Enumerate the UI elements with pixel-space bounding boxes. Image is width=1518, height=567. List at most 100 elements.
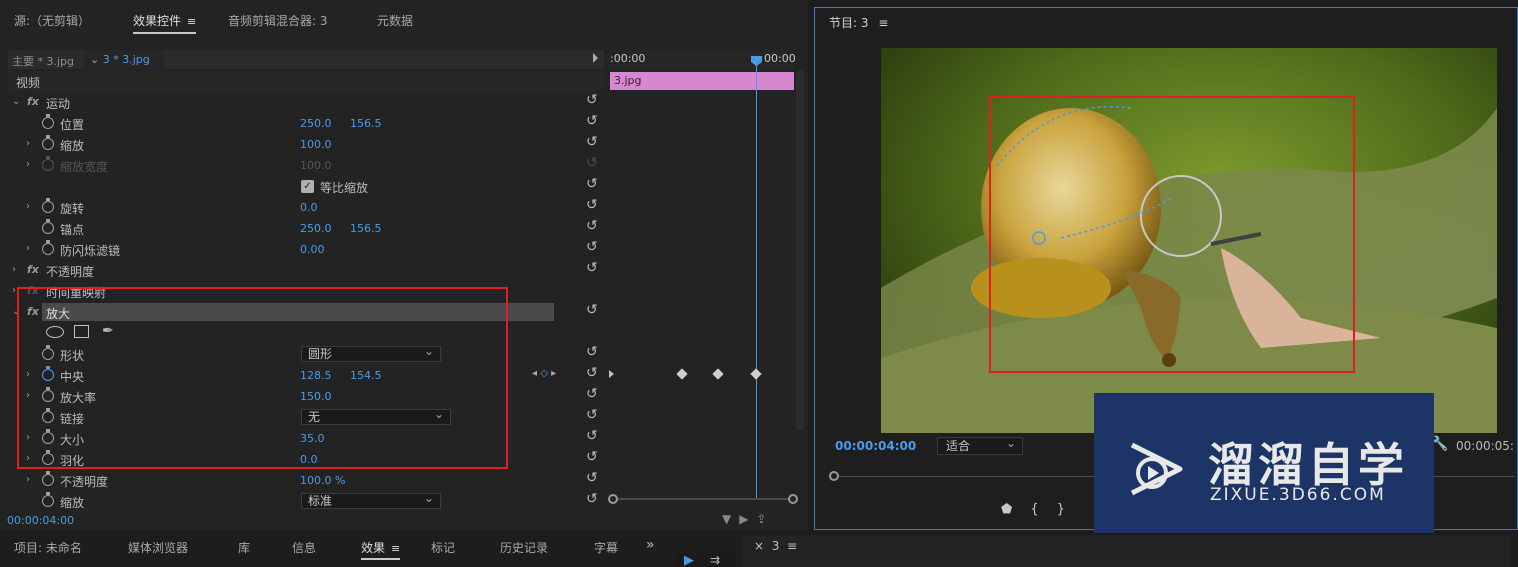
reset-icon[interactable] [586, 197, 600, 213]
reset-icon[interactable] [586, 407, 600, 423]
anchor-y[interactable]: 156.5 [350, 222, 382, 235]
timeline-zoom-scrollbar[interactable] [608, 494, 798, 504]
expand-chevron-icon[interactable]: › [26, 474, 30, 485]
reset-icon[interactable] [586, 176, 600, 192]
vertical-scrollbar[interactable] [796, 70, 804, 430]
tab-audio-mixer[interactable]: 音频剪辑混合器: 3 [228, 12, 328, 29]
reset-icon[interactable] [586, 302, 600, 318]
tab-history[interactable]: 历史记录 [500, 539, 548, 556]
zoom-fit-dropdown[interactable]: 适合 [937, 435, 1023, 455]
stopwatch-icon[interactable] [42, 135, 54, 150]
stopwatch-icon[interactable] [42, 198, 54, 213]
position-label: 位置 [60, 118, 85, 132]
keyframe-diamond[interactable] [676, 368, 688, 380]
tab-source[interactable]: 源:（无剪辑） [14, 12, 90, 29]
tab-effects[interactable]: 效果 ≡ [361, 539, 401, 560]
clip-selector[interactable]: ⌄ 3 * 3.jpg [84, 50, 164, 69]
reset-icon[interactable] [586, 113, 600, 129]
position-x[interactable]: 250.0 [300, 117, 332, 130]
stopwatch-icon[interactable] [42, 471, 54, 486]
position-y[interactable]: 156.5 [350, 117, 382, 130]
scale-value[interactable]: 100.0 [300, 138, 332, 151]
tab-library[interactable]: 库 [238, 539, 250, 556]
close-icon[interactable]: × [754, 539, 764, 553]
tab-media-browser[interactable]: 媒体浏览器 [128, 539, 188, 556]
program-timecode[interactable]: 00:00:04:00 [835, 439, 916, 453]
panel-menu-icon[interactable]: ≡ [787, 539, 797, 553]
timeline-tab[interactable]: × 3 ≡ [754, 539, 797, 553]
playhead-line[interactable] [756, 56, 757, 500]
tab-metadata[interactable]: 元数据 [377, 12, 413, 29]
effect-timeline[interactable]: :00:00 00:00 3.jpg [608, 50, 798, 504]
track-select-icon[interactable]: ⇉ [710, 553, 720, 567]
reset-icon[interactable] [586, 470, 600, 486]
reset-icon[interactable] [586, 365, 600, 381]
selection-tool-icon[interactable]: ▶ [684, 553, 694, 567]
expand-chevron-icon[interactable]: › [26, 243, 30, 254]
expand-chevron-icon[interactable]: › [26, 159, 30, 170]
reset-icon[interactable] [586, 491, 600, 507]
play-logo-icon [1130, 442, 1183, 496]
reset-icon[interactable] [586, 134, 600, 150]
panel-menu-icon[interactable]: ≡ [391, 542, 400, 555]
filter-icon[interactable]: ▼ [722, 512, 739, 526]
tab-captions[interactable]: 字幕 [594, 539, 618, 556]
play-triangle-icon[interactable] [593, 53, 598, 63]
fx-icon[interactable]: fx [27, 263, 39, 276]
export-icon[interactable]: ⇪ [756, 512, 774, 526]
reset-icon[interactable] [586, 344, 600, 360]
filter-icons[interactable]: ▼▶⇪ [722, 512, 775, 526]
opacity-value[interactable]: 100.0 % [300, 474, 345, 487]
play-only-icon[interactable]: ▶ [739, 512, 756, 526]
reset-icon[interactable] [586, 218, 600, 234]
marker-icon[interactable]: ⬟ [1001, 502, 1030, 517]
mark-out-icon[interactable]: } [1057, 502, 1083, 517]
scrubber-handle[interactable] [829, 471, 839, 481]
expand-chevron-icon[interactable]: › [26, 201, 30, 212]
rotation-value[interactable]: 0.0 [300, 201, 318, 214]
expand-chevron-icon[interactable]: ⌄ [12, 96, 20, 107]
reset-icon[interactable] [586, 239, 600, 255]
effect-timecode[interactable]: 00:00:04:00 [7, 514, 74, 527]
scroll-handle-left[interactable] [608, 494, 618, 504]
reset-icon[interactable] [586, 386, 600, 402]
mark-in-icon[interactable]: { [1030, 502, 1056, 517]
stopwatch-icon[interactable] [42, 114, 54, 129]
expand-chevron-icon[interactable]: › [12, 285, 16, 296]
tab-markers[interactable]: 标记 [431, 539, 455, 556]
stopwatch-icon[interactable] [42, 219, 54, 234]
expand-chevron-icon[interactable]: › [12, 264, 16, 275]
tab-info[interactable]: 信息 [292, 539, 316, 556]
antiflicker-value[interactable]: 0.00 [300, 243, 325, 256]
stopwatch-icon[interactable] [42, 492, 54, 507]
keyframe-diamond[interactable] [750, 368, 762, 380]
keyframe-nav[interactable]: ◂ ◇ ▸ [532, 368, 556, 379]
tab-effect-controls[interactable]: 效果控件 ≡ [133, 12, 197, 34]
reset-icon[interactable] [586, 92, 600, 108]
fx-icon[interactable]: fx [27, 95, 39, 108]
reset-icon[interactable] [586, 428, 600, 444]
blend-dropdown[interactable]: 标准 [301, 491, 441, 509]
motion-row[interactable]: ⌄ fx 运动 [8, 92, 604, 113]
main-sequence-label[interactable]: 主要 * 3.jpg [12, 53, 74, 69]
anchor-x[interactable]: 250.0 [300, 222, 332, 235]
expand-chevron-icon[interactable]: › [26, 138, 30, 149]
stopwatch-icon[interactable] [42, 240, 54, 255]
scale-width-label: 缩放宽度 [60, 160, 109, 174]
reset-icon[interactable] [586, 449, 600, 465]
uniform-scale-checkbox[interactable]: ✓ [301, 180, 314, 193]
highlight-box [989, 96, 1355, 373]
opacity-section-row[interactable]: › fx 不透明度 [8, 260, 604, 281]
scroll-handle-right[interactable] [788, 494, 798, 504]
timeline-ruler[interactable]: :00:00 00:00 [608, 50, 796, 70]
keyframe-diamond[interactable] [712, 368, 724, 380]
tab-project[interactable]: 项目: 未命名 [14, 539, 82, 556]
timeline-clip[interactable]: 3.jpg [610, 72, 794, 90]
panel-menu-icon[interactable]: ≡ [878, 16, 888, 30]
scale-row: › 缩放 100.0 [8, 134, 604, 155]
reset-icon[interactable] [586, 260, 600, 276]
video-header: 视频 [16, 76, 41, 90]
panel-menu-icon[interactable]: ≡ [187, 15, 196, 28]
more-tabs-icon[interactable]: » [646, 537, 655, 553]
motion-label: 运动 [46, 97, 71, 111]
